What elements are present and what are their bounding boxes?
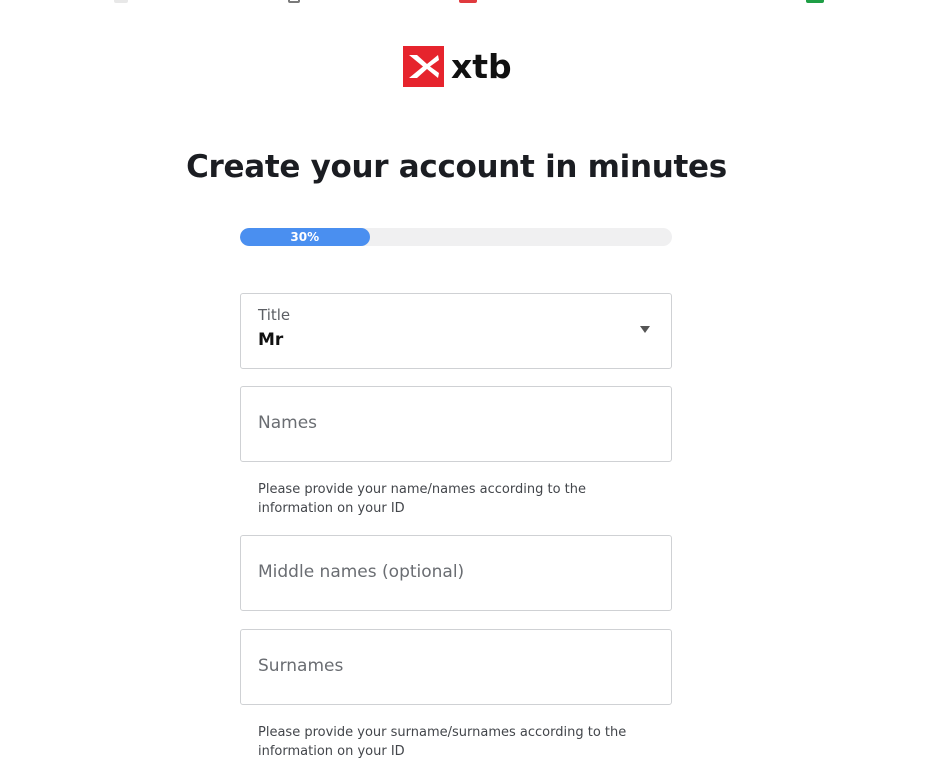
xtb-logo[interactable]: xtb — [403, 46, 512, 87]
xtb-logo-mark-icon — [403, 46, 444, 87]
cropped-info-icon — [288, 0, 300, 3]
surnames-input[interactable]: Surnames — [240, 629, 672, 705]
cropped-top-bar — [0, 0, 925, 6]
page-title: Create your account in minutes — [186, 149, 727, 185]
surnames-helper-text: Please provide your surname/surnames acc… — [258, 725, 627, 759]
names-input-placeholder: Names — [258, 413, 318, 433]
caret-down-icon[interactable] — [640, 326, 650, 333]
surnames-input-placeholder: Surnames — [258, 656, 344, 676]
signup-page: xtb Create your account in minutes 30% T… — [0, 0, 925, 768]
middle-names-input[interactable]: Middle names (optional) — [240, 535, 672, 611]
names-input[interactable]: Names — [240, 386, 672, 462]
cropped-green-icon — [806, 0, 824, 3]
progress-label: 30% — [290, 230, 320, 244]
title-select-label: Title — [258, 306, 291, 324]
middle-names-input-placeholder: Middle names (optional) — [258, 562, 465, 582]
xtb-logo-text: xtb — [451, 46, 512, 86]
cropped-icon — [114, 0, 128, 3]
progress-bar-fill: 30% — [240, 228, 370, 246]
names-helper-text: Please provide your name/names according… — [258, 482, 586, 516]
title-select-value: Mr — [258, 330, 284, 350]
progress-bar: 30% — [240, 228, 672, 246]
title-select[interactable]: Title Mr — [240, 293, 672, 369]
cropped-red-flag-icon — [459, 0, 477, 3]
